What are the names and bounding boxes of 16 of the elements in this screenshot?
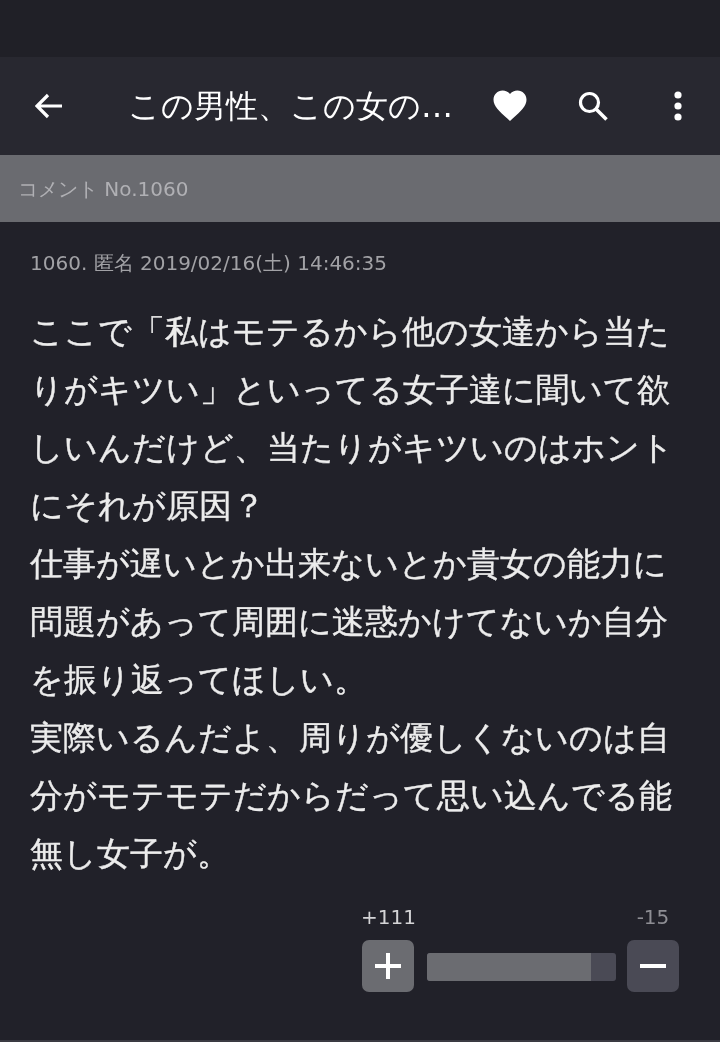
upvote-count: +111 [361, 905, 416, 929]
minus-icon [640, 964, 666, 968]
upvote-button[interactable] [362, 940, 415, 992]
more-options-icon[interactable] [673, 91, 683, 121]
downvote-button[interactable] [627, 940, 679, 992]
comment-meta: 1060. 匿名 2019/02/16(土) 14:46:35 [30, 251, 388, 275]
heart-icon[interactable] [493, 90, 527, 122]
comment-text: 仕事が遅いとか出来ないとか貴女の能力に問題があって周囲に迷惑かけてないか自分を振り返ってほしい。 [30, 543, 669, 701]
plus-icon [375, 953, 402, 979]
comment-text: ここで「私はモテるから他の女達から当たりがキツい」といってる女子達に聞いて欲しいんだけど、当たりがキツいのはホントにそれが原因？ [30, 311, 675, 527]
search-icon[interactable] [578, 91, 608, 121]
downvote-count: -15 [636, 905, 670, 929]
page-title: この男性、この女の… [128, 86, 453, 127]
section-header-label: コメント No.1060 [18, 175, 189, 203]
comment-text: 実際いるんだよ、周りが優しくないのは自分がモテモテだからだって思い込んでる能無し女子が。 [30, 717, 673, 875]
back-arrow-icon[interactable] [35, 93, 63, 119]
